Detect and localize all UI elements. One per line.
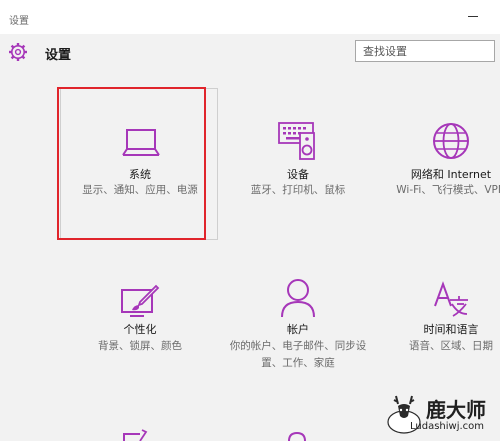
- tile-personalization-name: 个性化: [123, 323, 157, 336]
- paintbrush-icon: [121, 284, 160, 317]
- watermark-brand: 鹿大师: [426, 398, 486, 422]
- settings-window: 设置 设置 查找设置 系统 显示、通知、应用、电源 设备 蓝牙、打印机、鼠标 网…: [0, 0, 500, 441]
- search-box[interactable]: [355, 40, 495, 62]
- partial-tile-icon-center: [288, 431, 306, 441]
- tile-network[interactable]: 网络和 Internet Wi-Fi、飞行模式、VPN: [376, 88, 500, 242]
- person-icon: [281, 279, 315, 318]
- partial-tile-icon-left: [123, 429, 148, 441]
- tile-accounts-name: 帐户: [287, 323, 309, 336]
- tile-personalization-desc: 背景、锁屏、颜色: [98, 340, 182, 352]
- watermark-url: Ludashiwj.com: [410, 421, 485, 432]
- window-title: 设置: [9, 16, 29, 27]
- minimize-icon: [468, 16, 478, 17]
- watermark-logo: 鹿大师 Ludashiwj.com: [386, 392, 500, 441]
- tile-devices[interactable]: 设备 蓝牙、打印机、鼠标: [228, 88, 368, 242]
- time-language-icon: [434, 281, 468, 317]
- keyboard-speaker-icon: [278, 122, 315, 160]
- globe-icon: [433, 123, 469, 159]
- tile-time-language-desc: 语音、区域、日期: [409, 340, 493, 352]
- tile-personalization[interactable]: 个性化 背景、锁屏、颜色: [70, 270, 210, 390]
- tile-time-language[interactable]: 时间和语言 语音、区域、日期: [376, 270, 500, 390]
- title-bar: 设置: [0, 0, 500, 34]
- search-input[interactable]: [356, 41, 494, 61]
- tile-accounts[interactable]: 帐户 你的帐户、电子邮件、同步设置、工作、家庭: [228, 270, 368, 390]
- settings-header: 设置: [0, 34, 500, 74]
- tile-time-language-name: 时间和语言: [423, 323, 479, 336]
- tile-accounts-desc: 你的帐户、电子邮件、同步设置、工作、家庭: [229, 340, 367, 369]
- red-highlight-box: [57, 87, 206, 240]
- minimize-button[interactable]: [462, 10, 484, 22]
- tile-devices-desc: 蓝牙、打印机、鼠标: [250, 184, 346, 196]
- gear-icon: [9, 43, 27, 61]
- page-title: 设置: [45, 48, 72, 63]
- tile-devices-name: 设备: [287, 168, 309, 181]
- tile-network-name: 网络和 Internet: [410, 168, 492, 181]
- tile-network-desc: Wi-Fi、飞行模式、VPN: [396, 184, 500, 196]
